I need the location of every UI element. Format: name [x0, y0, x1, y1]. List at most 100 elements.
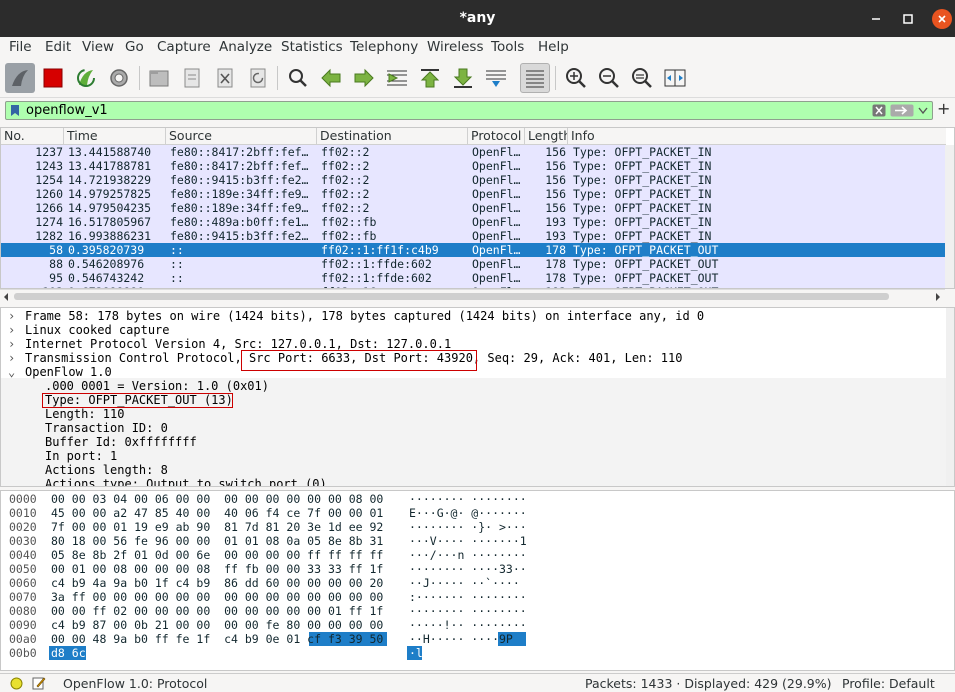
detail-line[interactable]: Length: 110 — [45, 407, 124, 421]
display-filter-input[interactable]: openflow_v1 — [5, 101, 933, 120]
add-filter-button[interactable]: + — [937, 99, 950, 118]
chevron-down-icon[interactable] — [918, 107, 928, 115]
go-to-packet-icon[interactable] — [382, 63, 412, 93]
detail-line[interactable]: Linux cooked capture — [25, 323, 170, 337]
status-profile[interactable]: Profile: Default — [842, 676, 935, 691]
normal-size-icon[interactable] — [627, 63, 657, 93]
packet-cell-dst: ff02::fb — [321, 229, 377, 243]
colorize-icon[interactable] — [520, 63, 550, 93]
column-source[interactable]: Source — [166, 128, 317, 145]
expand-arrow-icon[interactable]: › — [8, 337, 15, 351]
hex-bytes: c4 b9 4a 9a b0 1f c4 b9 86 dd 60 00 00 0… — [51, 576, 384, 590]
packet-cell-len: 178 — [545, 243, 566, 257]
bookmark-icon[interactable] — [10, 104, 20, 117]
shark-fin-start-icon[interactable] — [5, 63, 35, 93]
packet-row[interactable]: 1266 14.979504235 fe80::189e:34ff:fe9… ff02… — [1, 201, 946, 215]
packet-cell-info: Type: OFPT_PACKET_OUT — [573, 257, 719, 271]
go-back-icon[interactable] — [316, 63, 346, 93]
packet-cell-time: 14.979504235 — [68, 201, 152, 215]
column-info[interactable]: Info — [568, 128, 946, 145]
last-packet-icon[interactable] — [448, 63, 478, 93]
edit-comment-icon[interactable] — [32, 676, 46, 690]
detail-line[interactable]: Actions length: 8 — [45, 463, 168, 477]
hex-bytes: 00 01 00 08 00 00 00 08 ff fb 00 00 33 3… — [51, 562, 384, 576]
menu-help[interactable]: Help — [538, 39, 569, 55]
menu-telephony[interactable]: Telephony — [350, 39, 418, 55]
detail-line[interactable]: OpenFlow 1.0 — [25, 365, 112, 379]
packet-cell-len: 178 — [545, 257, 566, 271]
save-file-icon[interactable] — [177, 63, 207, 93]
packet-cell-proto: OpenFl… — [472, 229, 521, 243]
packet-row[interactable]: 95 0.546743242:: ff02::1:ffde:602 OpenFl… 17… — [1, 271, 946, 285]
close-file-icon[interactable] — [210, 63, 240, 93]
expand-arrow-icon[interactable]: › — [8, 323, 15, 337]
maximize-button[interactable] — [898, 9, 918, 29]
column-protocol[interactable]: Protocol — [468, 128, 525, 145]
zoom-out-icon[interactable] — [594, 63, 624, 93]
column-length[interactable]: Length — [525, 128, 568, 145]
detail-line[interactable]: In port: 1 — [45, 449, 117, 463]
menu-file[interactable]: File — [9, 39, 32, 55]
display-filter-bar: openflow_v1 + — [0, 99, 955, 123]
expand-arrow-icon[interactable]: › — [8, 351, 15, 365]
packet-row[interactable]: 1260 14.979257825 fe80::189e:34ff:fe9… ff02… — [1, 187, 946, 201]
open-file-icon[interactable] — [144, 63, 174, 93]
detail-line[interactable]: .000 0001 = Version: 1.0 (0x01) — [45, 379, 269, 393]
reload-file-icon[interactable] — [243, 63, 273, 93]
stop-capture-icon[interactable] — [38, 63, 68, 93]
first-packet-icon[interactable] — [415, 63, 445, 93]
detail-line[interactable]: Internet Protocol Version 4, Src: 127.0.… — [25, 337, 451, 351]
hex-bytes: 7f 00 00 01 19 e9 ab 90 81 7d 81 20 3e 1… — [51, 520, 384, 534]
packet-row[interactable]: 1243 13.441788781 fe80::8417:2bff:fef… ff02… — [1, 159, 946, 173]
menu-tools[interactable]: Tools — [491, 39, 524, 55]
packet-row[interactable]: 1282 16.993886231 fe80::9415:b3ff:fe2… ff02… — [1, 229, 946, 243]
menu-view[interactable]: View — [82, 39, 114, 55]
packet-row[interactable]: 1237 13.441588740 fe80::8417:2bff:fef… ff02… — [1, 145, 946, 159]
packet-cell-info: Type: OFPT_PACKET_IN — [573, 215, 712, 229]
menu-go[interactable]: Go — [125, 39, 144, 55]
expert-info-icon[interactable] — [10, 677, 23, 690]
zoom-in-icon[interactable] — [561, 63, 591, 93]
packet-cell-proto: OpenFl… — [472, 145, 521, 159]
packet-cell-time: 14.979257825 — [68, 187, 152, 201]
packet-row[interactable]: 1274 16.517805967 fe80::489a:b0ff:fe1… ff02… — [1, 215, 946, 229]
packet-details: › Frame 58: 178 bytes on wire (1424 bits)… — [0, 307, 955, 487]
packet-row[interactable]: 1254 14.721938229 fe80::9415:b3ff:fe2… ff02… — [1, 173, 946, 187]
packet-cell-dst: ff02::2 — [321, 187, 370, 201]
column-no[interactable]: No. — [1, 128, 64, 145]
packet-cell-len: 178 — [545, 271, 566, 285]
packet-row[interactable]: 88 0.546208976:: ff02::1:ffde:602 OpenFl… 17… — [1, 257, 946, 271]
close-button[interactable] — [932, 9, 952, 29]
packet-list-hscrollbar[interactable] — [0, 289, 945, 303]
detail-line[interactable]: Buffer Id: 0xffffffff — [45, 435, 197, 449]
hex-offset: 0060 — [9, 576, 37, 590]
apply-filter-icon[interactable] — [890, 104, 914, 117]
capture-options-icon[interactable] — [104, 63, 134, 93]
column-destination[interactable]: Destination — [317, 128, 468, 145]
restart-capture-icon[interactable] — [71, 63, 101, 93]
packet-cell-dst: ff02::1:ffde:602 — [321, 271, 432, 285]
detail-line[interactable]: Transaction ID: 0 — [45, 421, 168, 435]
details-scrollbar[interactable] — [946, 308, 954, 486]
column-time[interactable]: Time — [64, 128, 166, 145]
menu-capture[interactable]: Capture — [157, 39, 211, 55]
menu-edit[interactable]: Edit — [45, 39, 71, 55]
packet-list-scrollbar[interactable] — [945, 145, 954, 288]
minimize-button[interactable] — [866, 9, 886, 29]
packet-row[interactable]: 58 0.395820739:: ff02::1:ff1f:c4b9 OpenFl… 1… — [1, 243, 946, 257]
expand-arrow-icon[interactable]: › — [8, 309, 15, 323]
menu-statistics[interactable]: Statistics — [281, 39, 343, 55]
clear-filter-icon[interactable] — [872, 104, 886, 117]
collapse-arrow-icon[interactable]: ⌄ — [8, 365, 15, 379]
resize-columns-icon[interactable] — [660, 63, 690, 93]
find-packet-icon[interactable] — [283, 63, 313, 93]
hex-bytes: c4 b9 87 00 0b 21 00 00 00 00 fe 80 00 0… — [51, 618, 384, 632]
go-forward-icon[interactable] — [349, 63, 379, 93]
packet-cell-no: 1282 — [35, 229, 63, 243]
autoscroll-icon[interactable] — [481, 63, 511, 93]
detail-line[interactable]: Frame 58: 178 bytes on wire (1424 bits),… — [25, 309, 704, 323]
menu-wireless[interactable]: Wireless — [427, 39, 484, 55]
menu-analyze[interactable]: Analyze — [219, 39, 272, 55]
hex-ascii: ···/···n ········ — [409, 548, 527, 562]
detail-line[interactable]: Actions type: Output to switch port (0) — [45, 477, 327, 486]
